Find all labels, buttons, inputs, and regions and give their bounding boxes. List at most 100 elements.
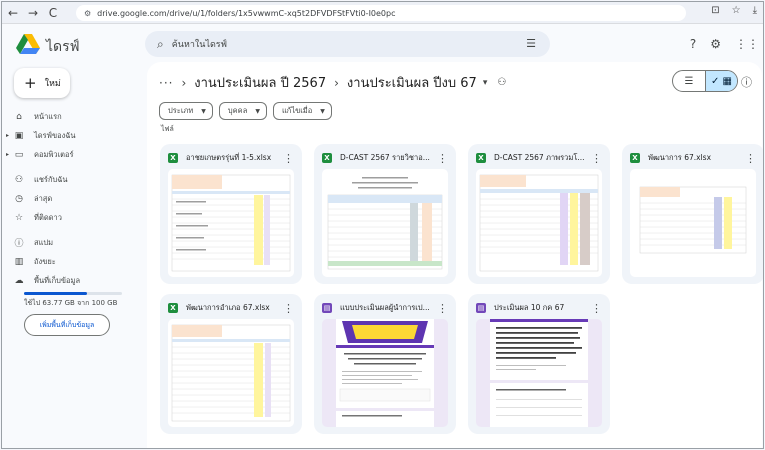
- chevron-down-icon: ▼: [255, 107, 260, 115]
- breadcrumb-current[interactable]: งานประเมินผล ปีงบ 67: [347, 72, 477, 93]
- breadcrumb-more-button[interactable]: ···: [159, 76, 173, 90]
- shared-folder-icon[interactable]: ⚇: [497, 77, 506, 88]
- file-card[interactable]: X D-CAST 2567 รายวิชาอ... ⋮: [314, 144, 456, 284]
- filter-people-chip[interactable]: บุคคล ▼: [218, 102, 267, 120]
- gear-icon[interactable]: ⚙: [710, 37, 721, 51]
- more-options-icon[interactable]: ⋮: [437, 302, 448, 315]
- sidebar-item-starred[interactable]: ☆ ที่ติดดาว: [2, 209, 130, 226]
- chevron-down-icon[interactable]: ▾: [483, 78, 488, 88]
- new-button[interactable]: + ใหม่: [14, 68, 70, 98]
- file-card[interactable]: ▤ ประเมินผล 10 กค 67 ⋮: [468, 294, 610, 434]
- chevron-down-icon: ▼: [320, 107, 325, 115]
- form-icon: ▤: [476, 303, 486, 313]
- sidebar-item-trash[interactable]: ▥ ถังขยะ: [2, 253, 130, 270]
- recent-icon: ◷: [15, 193, 23, 204]
- app-title[interactable]: ไดรฟ์: [46, 36, 80, 58]
- file-name: D-CAST 2567 ภาพรวมโ...: [494, 153, 585, 162]
- file-card[interactable]: X อาชยเกษตรรุ่นที่ 1-5.xlsx ⋮: [160, 144, 302, 284]
- file-name: D-CAST 2567 รายวิชาอ...: [340, 153, 430, 162]
- expand-caret-icon[interactable]: ▸: [6, 151, 9, 158]
- chip-label: ประเภท: [168, 106, 194, 115]
- sidebar-item-label: สแปม: [34, 237, 54, 247]
- list-view-icon[interactable]: ☰: [673, 71, 705, 91]
- search-input[interactable]: ⌕ ค้นหาในไดรฟ์ ☰: [145, 31, 550, 57]
- computer-icon: ▭: [14, 149, 24, 160]
- grid-view-icon[interactable]: ✓ ▦: [705, 71, 737, 91]
- spreadsheet-preview-image: [479, 174, 599, 272]
- sidebar-item-label: หน้าแรก: [34, 111, 62, 121]
- file-name: อาชยเกษตรรุ่นที่ 1-5.xlsx: [186, 153, 272, 162]
- more-options-icon[interactable]: ⋮: [283, 152, 294, 165]
- search-icon[interactable]: ⌕: [157, 37, 164, 52]
- file-name: พัฒนาการ 67.xlsx: [648, 153, 712, 162]
- more-options-icon[interactable]: ⋮: [745, 152, 756, 165]
- sidebar-item-spam[interactable]: ⓘ สแปม: [2, 234, 130, 251]
- sidebar-item-label: พื้นที่เก็บข้อมูล: [34, 275, 81, 285]
- search-options-icon[interactable]: ☰: [526, 37, 536, 50]
- apps-grid-icon[interactable]: ⋮⋮: [735, 37, 759, 51]
- get-more-storage-button[interactable]: เพิ่มพื้นที่เก็บข้อมูล: [24, 314, 110, 336]
- sidebar-item-label: ถังขยะ: [34, 256, 56, 266]
- download-icon[interactable]: ⤓: [753, 5, 757, 16]
- sidebar-item-label: ที่ติดดาว: [34, 212, 62, 222]
- file-name: พัฒนาการอำเภอ 67.xlsx: [186, 303, 270, 312]
- file-card[interactable]: X D-CAST 2567 ภาพรวมโ... ⋮: [468, 144, 610, 284]
- starred-icon: ☆: [14, 212, 24, 223]
- filter-modified-chip[interactable]: แก้ไขเมื่อ ▼: [272, 102, 332, 120]
- search-placeholder: ค้นหาในไดรฟ์: [171, 40, 228, 50]
- shared-icon: ⚇: [14, 174, 24, 185]
- trash-icon: ▥: [14, 256, 24, 267]
- storage-icon: ☁: [14, 275, 24, 286]
- file-thumbnail: [168, 319, 294, 427]
- more-options-icon[interactable]: ⋮: [437, 152, 448, 165]
- info-icon[interactable]: ⓘ: [741, 74, 752, 90]
- filter-chips: ประเภท ▼ บุคคล ▼ แก้ไขเมื่อ ▼: [159, 102, 332, 120]
- sidebar-item-computers[interactable]: ▸ ▭ คอมพิวเตอร์: [2, 146, 130, 163]
- drive-logo-icon: [16, 34, 40, 54]
- sidebar-item-label: คอมพิวเตอร์: [34, 149, 74, 159]
- spreadsheet-preview-image: [171, 174, 291, 272]
- filter-type-chip[interactable]: ประเภท ▼: [159, 102, 213, 120]
- sidebar-item-home[interactable]: ⌂ หน้าแรก: [2, 108, 130, 125]
- address-bar[interactable]: ⚙ drive.google.com/drive/u/1/folders/1x5…: [76, 5, 686, 21]
- breadcrumb: ··· › งานประเมินผล ปี 2567 › งานประเมินผ…: [159, 72, 506, 93]
- expand-caret-icon[interactable]: ▸: [6, 132, 9, 139]
- site-settings-icon[interactable]: ⚙: [84, 9, 91, 18]
- spam-icon: ⓘ: [14, 239, 24, 249]
- star-icon[interactable]: ☆: [732, 5, 741, 16]
- file-thumbnail: [168, 169, 294, 277]
- spreadsheet-preview-image: [327, 177, 443, 270]
- chevron-right-icon: ›: [334, 75, 339, 90]
- file-card[interactable]: X พัฒนาการ 67.xlsx ⋮: [622, 144, 763, 284]
- file-thumbnail: [322, 319, 448, 427]
- more-options-icon[interactable]: ⋮: [591, 152, 602, 165]
- sidebar-item-label: ไดรฟ์ของฉัน: [34, 130, 76, 140]
- spreadsheet-icon: X: [322, 153, 332, 163]
- file-thumbnail: [322, 169, 448, 277]
- sidebar-item-my-drive[interactable]: ▸ ▣ ไดรฟ์ของฉัน: [2, 127, 130, 144]
- sidebar-item-label: แชร์กับฉัน: [34, 174, 68, 184]
- storage-usage-fill: [24, 292, 87, 295]
- sidebar-item-storage[interactable]: ☁ พื้นที่เก็บข้อมูล: [2, 272, 130, 289]
- chip-label: บุคคล: [227, 106, 248, 115]
- browser-toolbar: ← → C ⚙ drive.google.com/drive/u/1/folde…: [2, 2, 763, 24]
- back-button[interactable]: ←: [4, 4, 22, 22]
- breadcrumb-parent[interactable]: งานประเมินผล ปี 2567: [194, 72, 326, 93]
- file-card[interactable]: ▤ แบบประเมินผลผู้นำการเป... ⋮: [314, 294, 456, 434]
- install-app-icon[interactable]: ⊡: [711, 5, 719, 16]
- more-options-icon[interactable]: ⋮: [283, 302, 294, 315]
- more-options-icon[interactable]: ⋮: [591, 302, 602, 315]
- spreadsheet-preview-image: [639, 186, 747, 254]
- sidebar-item-recent[interactable]: ◷ ล่าสุด: [2, 190, 130, 207]
- help-icon[interactable]: ?: [690, 37, 696, 51]
- sidebar-item-shared[interactable]: ⚇ แชร์กับฉัน: [2, 171, 130, 188]
- spreadsheet-icon: X: [168, 153, 178, 163]
- form-preview-image: [336, 319, 434, 427]
- reload-button[interactable]: C: [44, 4, 62, 22]
- spreadsheet-preview-image: [171, 324, 291, 422]
- plus-icon: +: [24, 73, 37, 92]
- file-card[interactable]: X พัฒนาการอำเภอ 67.xlsx ⋮: [160, 294, 302, 434]
- forward-button[interactable]: →: [24, 4, 42, 22]
- section-label-files: ไฟล์: [161, 125, 174, 133]
- sidebar-item-label: ล่าสุด: [34, 193, 53, 203]
